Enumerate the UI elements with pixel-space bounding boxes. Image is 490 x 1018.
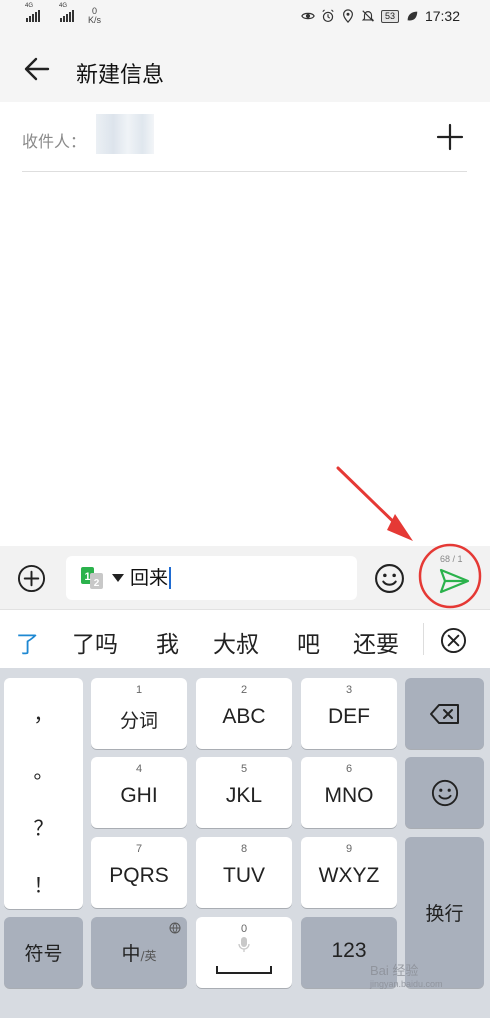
- arrow-left-icon[interactable]: [22, 54, 52, 84]
- key-label: PQRS: [109, 864, 169, 887]
- language-main: 中: [121, 943, 141, 965]
- symbols-label: 符号: [24, 943, 63, 965]
- status-time: 17:32: [424, 8, 460, 24]
- page-title: 新建信息: [76, 63, 165, 88]
- watermark: Bai 经验 jingyan.baidu.com: [370, 960, 443, 989]
- key-number: 0: [240, 923, 248, 935]
- network-speed-unit: K/s: [88, 15, 102, 25]
- status-right: 53 17:32: [301, 8, 460, 24]
- recipient-label: 收件人：: [22, 132, 87, 151]
- dual-sim-icon[interactable]: 1 2: [80, 567, 106, 589]
- status-left: 4G 4G 0 K/s: [25, 3, 101, 25]
- key-label: 分词: [119, 710, 158, 732]
- key-label: JKL: [225, 784, 263, 807]
- symbols-key[interactable]: 符号: [4, 917, 83, 988]
- language-label: 中/英: [91, 939, 187, 966]
- signal-2-icon: 4G: [59, 3, 74, 22]
- smiley-icon: [431, 779, 459, 807]
- punct-comma[interactable]: ，: [4, 698, 83, 727]
- punct-exclaim[interactable]: ！: [4, 869, 83, 898]
- enter-label: 换行: [425, 903, 464, 925]
- network-speed: 0 K/s: [88, 7, 101, 25]
- leaf-icon: [407, 11, 418, 21]
- key-label: TUV: [223, 864, 265, 887]
- key-9[interactable]: 9 WXYZ: [301, 837, 397, 908]
- language-sub: /英: [140, 949, 157, 963]
- key-number: 5: [240, 763, 248, 775]
- space-bar-icon: [216, 966, 272, 974]
- plus-icon[interactable]: [435, 122, 465, 152]
- char-count: 68 / 1: [440, 554, 463, 564]
- candidate-bar: 了 了吗 我 大叔 吧 还要: [0, 611, 490, 668]
- key-4[interactable]: 4 GHI: [91, 757, 187, 828]
- backspace-key[interactable]: [405, 678, 484, 749]
- punctuation-column[interactable]: ， 。 ？ ！: [4, 678, 83, 909]
- eye-icon: [301, 12, 315, 20]
- circle-x-icon[interactable]: [440, 627, 467, 654]
- message-text-wrap: 回来: [130, 567, 171, 589]
- network-type-1: 4G: [25, 3, 34, 9]
- key-number: 9: [345, 843, 353, 855]
- status-bar: 4G 4G 0 K/s 53 17:32: [0, 0, 490, 36]
- smiley-icon[interactable]: [374, 563, 405, 594]
- text-cursor: [169, 567, 171, 589]
- key-label: DEF: [328, 705, 370, 728]
- key-label: WXYZ: [318, 864, 380, 887]
- sim-2-label: 2: [94, 578, 100, 589]
- message-input[interactable]: 1 2 回来: [66, 556, 357, 600]
- candidate-item[interactable]: 大叔: [213, 625, 259, 659]
- send-icon[interactable]: [438, 567, 470, 595]
- key-number: 7: [135, 843, 143, 855]
- space-key[interactable]: 0: [196, 917, 292, 988]
- candidate-item[interactable]: 了吗: [72, 625, 118, 659]
- watermark-text: Bai 经验: [370, 963, 419, 978]
- key-label: GHI: [120, 784, 158, 807]
- candidate-item[interactable]: 吧: [297, 625, 320, 659]
- chevron-down-icon[interactable]: [112, 574, 124, 582]
- mute-icon: [361, 10, 375, 22]
- sim-1-label: 1: [84, 571, 90, 583]
- compose-bar: 1 2 回来 68 / 1: [0, 546, 490, 610]
- key-6[interactable]: 6 MNO: [301, 757, 397, 828]
- message-text: 回来: [130, 567, 169, 589]
- backspace-icon: [430, 704, 459, 724]
- battery-icon: 53: [380, 9, 399, 23]
- circle-plus-icon[interactable]: [17, 564, 46, 593]
- key-number: 4: [135, 763, 143, 775]
- key-number: 2: [240, 684, 248, 696]
- key-8[interactable]: 8 TUV: [196, 837, 292, 908]
- watermark-sub: jingyan.baidu.com: [370, 979, 443, 989]
- key-number: 6: [345, 763, 353, 775]
- key-3[interactable]: 3 DEF: [301, 678, 397, 749]
- key-label: MNO: [324, 784, 374, 807]
- key-1[interactable]: 1 分词: [91, 678, 187, 749]
- key-number: 1: [135, 684, 143, 696]
- key-7[interactable]: 7 PQRS: [91, 837, 187, 908]
- recipient-input[interactable]: [96, 114, 154, 154]
- candidate-item[interactable]: 我: [156, 625, 179, 659]
- language-switch-key[interactable]: 中/英: [91, 917, 187, 988]
- location-icon: [342, 9, 353, 23]
- signal-1-icon: 4G: [25, 3, 40, 22]
- key-2[interactable]: 2 ABC: [196, 678, 292, 749]
- key-5[interactable]: 5 JKL: [196, 757, 292, 828]
- app-header: 新建信息: [0, 36, 490, 102]
- globe-icon: [169, 922, 181, 934]
- key-label: ABC: [222, 705, 266, 728]
- key-number: 3: [345, 684, 353, 696]
- recipient-field[interactable]: 收件人：: [22, 108, 467, 172]
- candidate-divider: [423, 623, 424, 655]
- network-type-2: 4G: [59, 3, 68, 9]
- punct-question[interactable]: ？: [4, 812, 83, 841]
- key-number: 8: [240, 843, 248, 855]
- punct-period[interactable]: 。: [4, 755, 83, 784]
- alarm-icon: [322, 9, 334, 23]
- candidate-item[interactable]: 了: [16, 625, 39, 659]
- microphone-icon: [238, 937, 250, 952]
- emoji-key[interactable]: [405, 757, 484, 828]
- candidate-item[interactable]: 还要: [353, 625, 399, 659]
